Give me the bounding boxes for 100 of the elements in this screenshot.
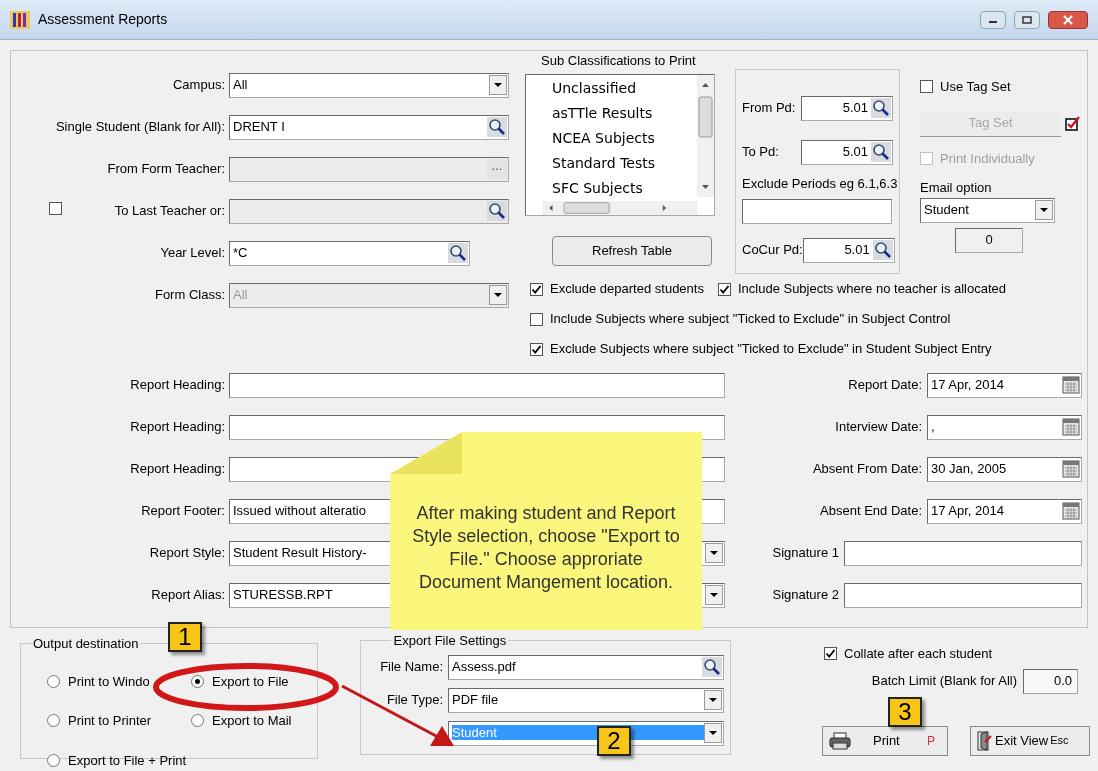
search-icon[interactable] [448, 243, 468, 263]
field-label: Report Footer: [140, 502, 226, 521]
input-field[interactable] [844, 582, 1082, 608]
input-field[interactable] [229, 372, 725, 398]
list-item[interactable]: Standard Tests [552, 150, 697, 176]
checkmark-icon [1065, 115, 1081, 132]
radio-button[interactable] [191, 714, 204, 728]
radio-label: Print to Windo [68, 672, 150, 691]
checkbox[interactable] [920, 80, 933, 94]
checkbox[interactable] [824, 647, 837, 661]
folded-corner-icon [390, 432, 462, 474]
group-title: Output destination [32, 635, 140, 653]
checkbox[interactable] [530, 282, 543, 296]
input-field[interactable]: DRENT I [229, 114, 509, 140]
field-label: Absent From Date: [812, 460, 922, 479]
input-field[interactable]: *C [229, 240, 470, 266]
checkbox-label: Exclude departed students [550, 280, 704, 299]
door-icon [977, 730, 993, 751]
close-button[interactable] [1048, 10, 1088, 29]
input-field[interactable] [844, 540, 1082, 566]
radio-label: Export to Mail [212, 712, 292, 730]
search-icon[interactable] [487, 117, 507, 137]
input-field[interactable] [742, 198, 892, 224]
close-icon [1063, 14, 1073, 25]
field-label: Report Alias: [150, 586, 226, 605]
print-button[interactable]: Print P [822, 725, 948, 756]
field-label: Signature 2 [772, 586, 839, 605]
input-field[interactable]: 5.01 [801, 95, 893, 121]
maximize-icon [1022, 15, 1032, 24]
input-field[interactable]: 17 Apr, 2014 [927, 372, 1082, 398]
step-badge: 3 [888, 697, 922, 727]
window-title: Assessment Reports [38, 10, 169, 29]
calendar-icon[interactable] [1062, 502, 1080, 520]
search-icon[interactable] [871, 142, 891, 162]
field-label: Report Date: [848, 376, 922, 395]
field-label: To Last Teacher or: [113, 202, 225, 221]
radio-button[interactable] [47, 753, 60, 767]
input-field[interactable]: Assess.pdf [448, 654, 724, 680]
input-field[interactable]: 0.0 [1023, 668, 1078, 694]
search-icon[interactable] [871, 98, 891, 118]
field-label: To Pd: [742, 143, 779, 162]
field-label: Report Heading: [129, 418, 226, 437]
field-label: From Pd: [742, 99, 796, 118]
minimize-button[interactable] [980, 10, 1006, 29]
step-badge: 2 [597, 726, 631, 756]
checkbox-label: Use Tag Set [940, 78, 1011, 96]
radio-button[interactable] [191, 674, 204, 688]
radio-label: Export to File + Print [68, 751, 187, 770]
callout-tooltip: After making student and Report Style selection, choose "Export to File." Choose approriate Document Mangement location. [390, 432, 702, 630]
radio-button[interactable] [47, 674, 60, 688]
field-label: Report Heading: [129, 376, 226, 395]
search-icon[interactable] [872, 240, 893, 260]
checkbox[interactable] [530, 342, 543, 356]
field-label: Absent End Date: [820, 502, 922, 521]
checkbox-label: Print Individually [940, 149, 1035, 168]
checkbox-label: Include Subjects where no teacher is allocated [737, 280, 1007, 299]
field-label: From Form Teacher: [106, 160, 225, 179]
step-badge: 1 [168, 622, 202, 652]
search-icon[interactable] [702, 657, 722, 677]
input-field[interactable]: 5.01 [801, 139, 893, 165]
checkbox-label: Exclude Subjects where subject "Ticked to Exclude" in Student Subject Entry [550, 340, 992, 359]
checkbox[interactable] [717, 282, 731, 296]
field-label: Report Style: [148, 544, 226, 563]
calendar-icon[interactable] [1062, 376, 1080, 394]
field-label: CoCur Pd: [742, 241, 803, 260]
checkbox[interactable] [530, 312, 543, 326]
count-field: 0 [955, 227, 1023, 253]
list-item[interactable]: asTTle Results [552, 100, 697, 126]
input-field[interactable]: , [927, 414, 1082, 440]
radio-button[interactable] [47, 714, 60, 728]
field-label: Report Heading: [129, 460, 226, 479]
group-title: Export File Settings [392, 632, 508, 650]
input-field[interactable]: 5.01 [802, 237, 895, 263]
field-label: File Type: [386, 691, 443, 710]
field-label: Year Level: [159, 244, 225, 263]
dropdown-field[interactable]: PDF file [448, 687, 724, 713]
calendar-icon[interactable] [1062, 460, 1080, 478]
list-item[interactable]: Unclassified [552, 75, 697, 101]
field-label: File Name: [380, 658, 443, 677]
checkbox-label: Include Subjects where subject "Ticked to Exclude" in Subject Control [550, 310, 951, 329]
group-title: Sub Classifications to Print [540, 52, 697, 70]
calendar-icon[interactable] [1062, 418, 1080, 436]
field-label: Campus: [171, 76, 225, 95]
dropdown-field[interactable]: All [229, 72, 509, 98]
field-label: Signature 1 [772, 544, 839, 563]
input-field[interactable]: 17 Apr, 2014 [927, 498, 1082, 524]
field-label: Interview Date: [835, 418, 922, 437]
input-field[interactable]: 30 Jan, 2005 [927, 456, 1082, 482]
radio-label: Print to Printer [68, 712, 152, 730]
maximize-button[interactable] [1014, 10, 1040, 29]
field-label: Form Class: [153, 286, 225, 305]
app-icon [10, 10, 30, 29]
exit-view-button[interactable]: Exit View Esc [970, 725, 1090, 756]
refresh-table-button[interactable]: Refresh Table [552, 235, 712, 266]
dropdown-field[interactable]: Student [920, 197, 1055, 223]
printer-icon [829, 731, 851, 750]
field-label: Email option [920, 179, 993, 197]
vertical-scrollbar[interactable] [697, 74, 714, 197]
list-item[interactable]: NCEA Subjects [552, 125, 697, 151]
list-item[interactable]: SFC Subjects [552, 175, 697, 201]
